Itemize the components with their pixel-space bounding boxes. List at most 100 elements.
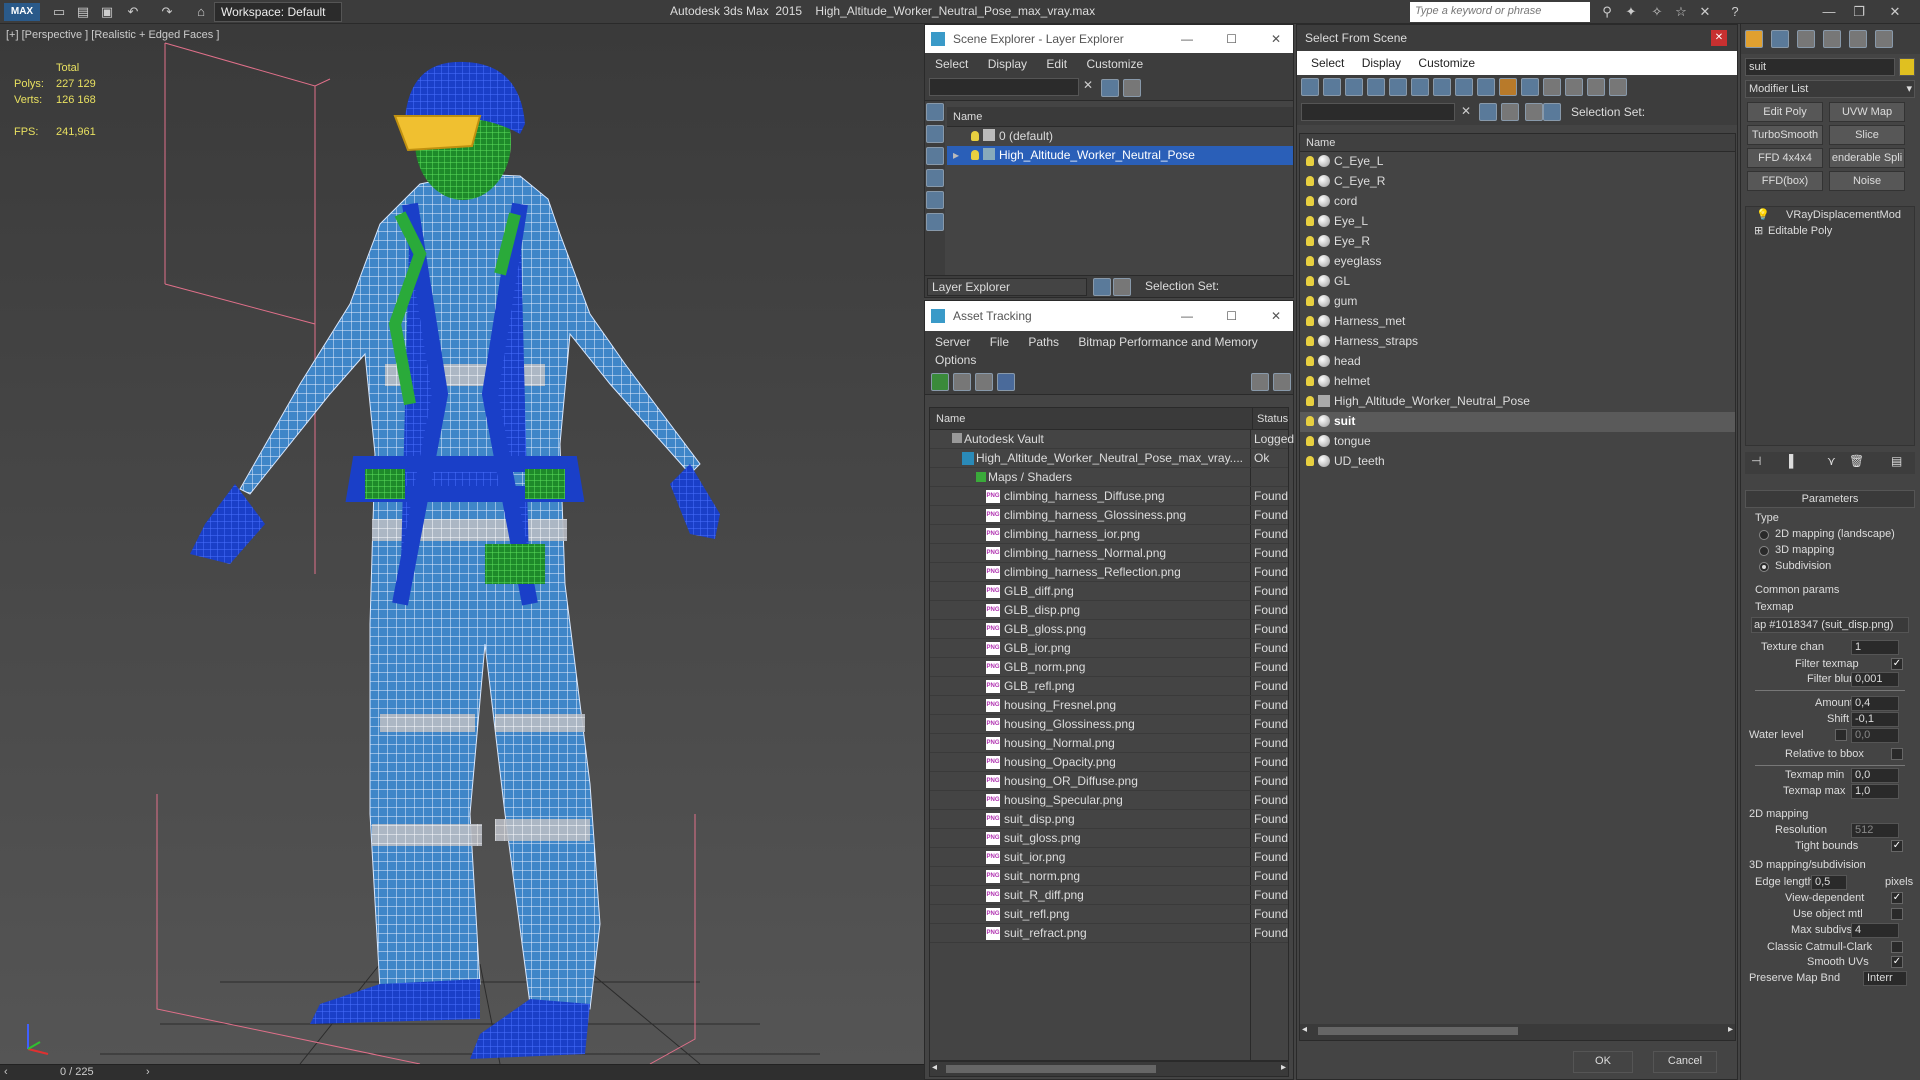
visibility-icon[interactable] (1306, 436, 1314, 446)
asset-tracking-titlebar[interactable]: Asset Tracking — ☐ ✕ (925, 301, 1293, 331)
lights-filter-icon[interactable] (926, 213, 944, 231)
layer-options-icon[interactable] (1123, 79, 1141, 97)
visibility-icon[interactable] (1306, 156, 1314, 166)
binoculars-icon[interactable]: ⚲ (1598, 3, 1616, 21)
display-tab-icon[interactable] (1849, 30, 1867, 48)
parameters-rollout-header[interactable]: Parameters (1745, 490, 1915, 508)
motion-tab-icon[interactable] (1823, 30, 1841, 48)
layer-name-header[interactable]: Name (947, 107, 1293, 127)
catmull-clark-checkbox[interactable] (1891, 941, 1903, 953)
asset-name-header[interactable]: Name (936, 413, 965, 425)
object-row[interactable]: Eye_R (1300, 232, 1735, 252)
type-3d-radio[interactable] (1759, 546, 1769, 556)
filter-xrefs-icon[interactable] (1455, 78, 1473, 96)
tight-bounds-checkbox[interactable]: ✓ (1891, 840, 1903, 852)
filter-helpers-icon[interactable] (1389, 78, 1407, 96)
modifier-stack-item[interactable]: ⊞ Editable Poly (1746, 223, 1914, 239)
filter-bones-icon[interactable] (1477, 78, 1495, 96)
asset-file-row[interactable]: High_Altitude_Worker_Neutral_Pose_max_vr… (930, 449, 1288, 468)
uvw-map-button[interactable]: UVW Map (1829, 102, 1905, 122)
configure-sets-icon[interactable]: ▤ (1891, 454, 1902, 468)
map-row[interactable]: PNG suit_gloss.png Found (930, 829, 1288, 848)
map-row[interactable]: PNG suit_refract.png Found (930, 924, 1288, 943)
close-icon[interactable]: ✕ (1271, 301, 1281, 331)
maximize-icon[interactable]: ☐ (1226, 301, 1237, 331)
map-row[interactable]: PNG GLB_ior.png Found (930, 639, 1288, 658)
map-row[interactable]: PNG housing_OR_Diffuse.png Found (930, 772, 1288, 791)
filter-icon[interactable] (1101, 79, 1119, 97)
map-row[interactable]: PNG housing_Glossiness.png Found (930, 715, 1288, 734)
object-row-selected[interactable]: suit (1300, 412, 1735, 432)
remove-modifier-icon[interactable]: 🗑 (1849, 454, 1864, 468)
use-object-mtl-checkbox[interactable] (1891, 908, 1903, 920)
undo-icon[interactable]: ↶ (124, 3, 142, 21)
map-row[interactable]: PNG climbing_harness_Normal.png Found (930, 544, 1288, 563)
lightbulb-icon[interactable]: 💡 (1756, 207, 1770, 223)
object-row[interactable]: head (1300, 352, 1735, 372)
find-filter-icon[interactable] (1479, 103, 1497, 121)
object-row[interactable]: cord (1300, 192, 1735, 212)
asset-horizontal-scrollbar[interactable]: ◂ ▸ (929, 1061, 1289, 1077)
scroll-right-icon[interactable]: ▸ (1728, 1024, 1733, 1035)
ffd-4x4x4-button[interactable]: FFD 4x4x4 (1747, 148, 1823, 168)
minimize-window-icon[interactable]: — (1820, 3, 1838, 21)
minimize-icon[interactable]: — (1181, 301, 1193, 331)
hierarchy-sort-icon[interactable] (1525, 103, 1543, 121)
layer-visibility-icon[interactable] (971, 150, 979, 160)
map-row[interactable]: PNG GLB_diff.png Found (930, 582, 1288, 601)
menu-file[interactable]: File (990, 335, 1009, 349)
map-row[interactable]: PNG GLB_disp.png Found (930, 601, 1288, 620)
texture-chan-spinner[interactable]: 1 (1851, 640, 1899, 655)
clear-search-icon[interactable]: ✕ (1083, 78, 1093, 92)
display-all-icon[interactable] (1543, 78, 1561, 96)
map-row[interactable]: PNG housing_Fresnel.png Found (930, 696, 1288, 715)
help-icon[interactable] (1251, 373, 1269, 391)
object-row[interactable]: GL (1300, 272, 1735, 292)
amount-spinner[interactable]: 0,4 (1851, 696, 1899, 711)
workspace-dropdown[interactable]: Workspace: Default (214, 2, 342, 22)
visibility-icon[interactable] (1306, 416, 1314, 426)
list-view-icon[interactable] (953, 373, 971, 391)
map-row[interactable]: PNG suit_refl.png Found (930, 905, 1288, 924)
perspective-viewport[interactable]: [+] [Perspective ] [Realistic + Edged Fa… (0, 24, 924, 1064)
save-file-icon[interactable]: ▣ (98, 3, 116, 21)
hierarchy-tab-icon[interactable] (1797, 30, 1815, 48)
object-row[interactable]: Eye_L (1300, 212, 1735, 232)
layer-row-selected[interactable]: ▸ High_Altitude_Worker_Neutral_Pose (947, 146, 1293, 165)
minimize-icon[interactable]: — (1181, 25, 1193, 53)
tools-icon[interactable]: ✦ (1622, 3, 1640, 21)
visibility-icon[interactable] (1306, 216, 1314, 226)
ffd-box-button[interactable]: FFD(box) (1747, 171, 1823, 191)
time-slider[interactable]: ‹ 0 / 225 › (0, 1064, 924, 1080)
menu-select[interactable]: Select (1311, 56, 1344, 70)
object-row[interactable]: C_Eye_R (1300, 172, 1735, 192)
modifier-stack-item[interactable]: 💡 VRayDisplacementMod (1746, 207, 1914, 223)
filter-texmap-checkbox[interactable]: ✓ (1891, 658, 1903, 670)
modifier-list-dropdown[interactable]: Modifier List ▾ (1745, 80, 1915, 98)
search-input[interactable]: Type a keyword or phrase (1410, 2, 1590, 22)
object-search-input[interactable] (1301, 103, 1455, 121)
detail-view-icon[interactable] (975, 373, 993, 391)
close-window-icon[interactable]: ✕ (1886, 3, 1904, 21)
filter-blur-spinner[interactable]: 0,001 (1851, 672, 1899, 687)
map-row[interactable]: PNG suit_disp.png Found (930, 810, 1288, 829)
object-row[interactable]: helmet (1300, 372, 1735, 392)
layer-visibility-icon[interactable] (971, 131, 979, 141)
explorer-mode-dropdown[interactable]: Layer Explorer (927, 278, 1087, 296)
menu-bitmap-performance[interactable]: Bitmap Performance and Memory (1078, 335, 1257, 349)
slice-button[interactable]: Slice (1829, 125, 1905, 145)
utilities-tab-icon[interactable] (1875, 30, 1893, 48)
object-row[interactable]: gum (1300, 292, 1735, 312)
preserve-map-bnd-dropdown[interactable]: Interr (1863, 971, 1907, 986)
object-row[interactable]: Harness_straps (1300, 332, 1735, 352)
map-row[interactable]: PNG climbing_harness_Reflection.png Found (930, 563, 1288, 582)
view-dependent-checkbox[interactable]: ✓ (1891, 892, 1903, 904)
filter-groups-icon[interactable] (1433, 78, 1451, 96)
close-x-icon[interactable]: ✕ (1696, 3, 1714, 21)
timeline-next-icon[interactable]: › (146, 1066, 150, 1078)
menu-customize[interactable]: Customize (1418, 56, 1475, 70)
close-icon[interactable]: ✕ (1271, 25, 1281, 53)
visibility-icon[interactable] (1306, 316, 1314, 326)
maximize-icon[interactable]: ☐ (1226, 25, 1237, 53)
menu-customize[interactable]: Customize (1086, 57, 1143, 71)
